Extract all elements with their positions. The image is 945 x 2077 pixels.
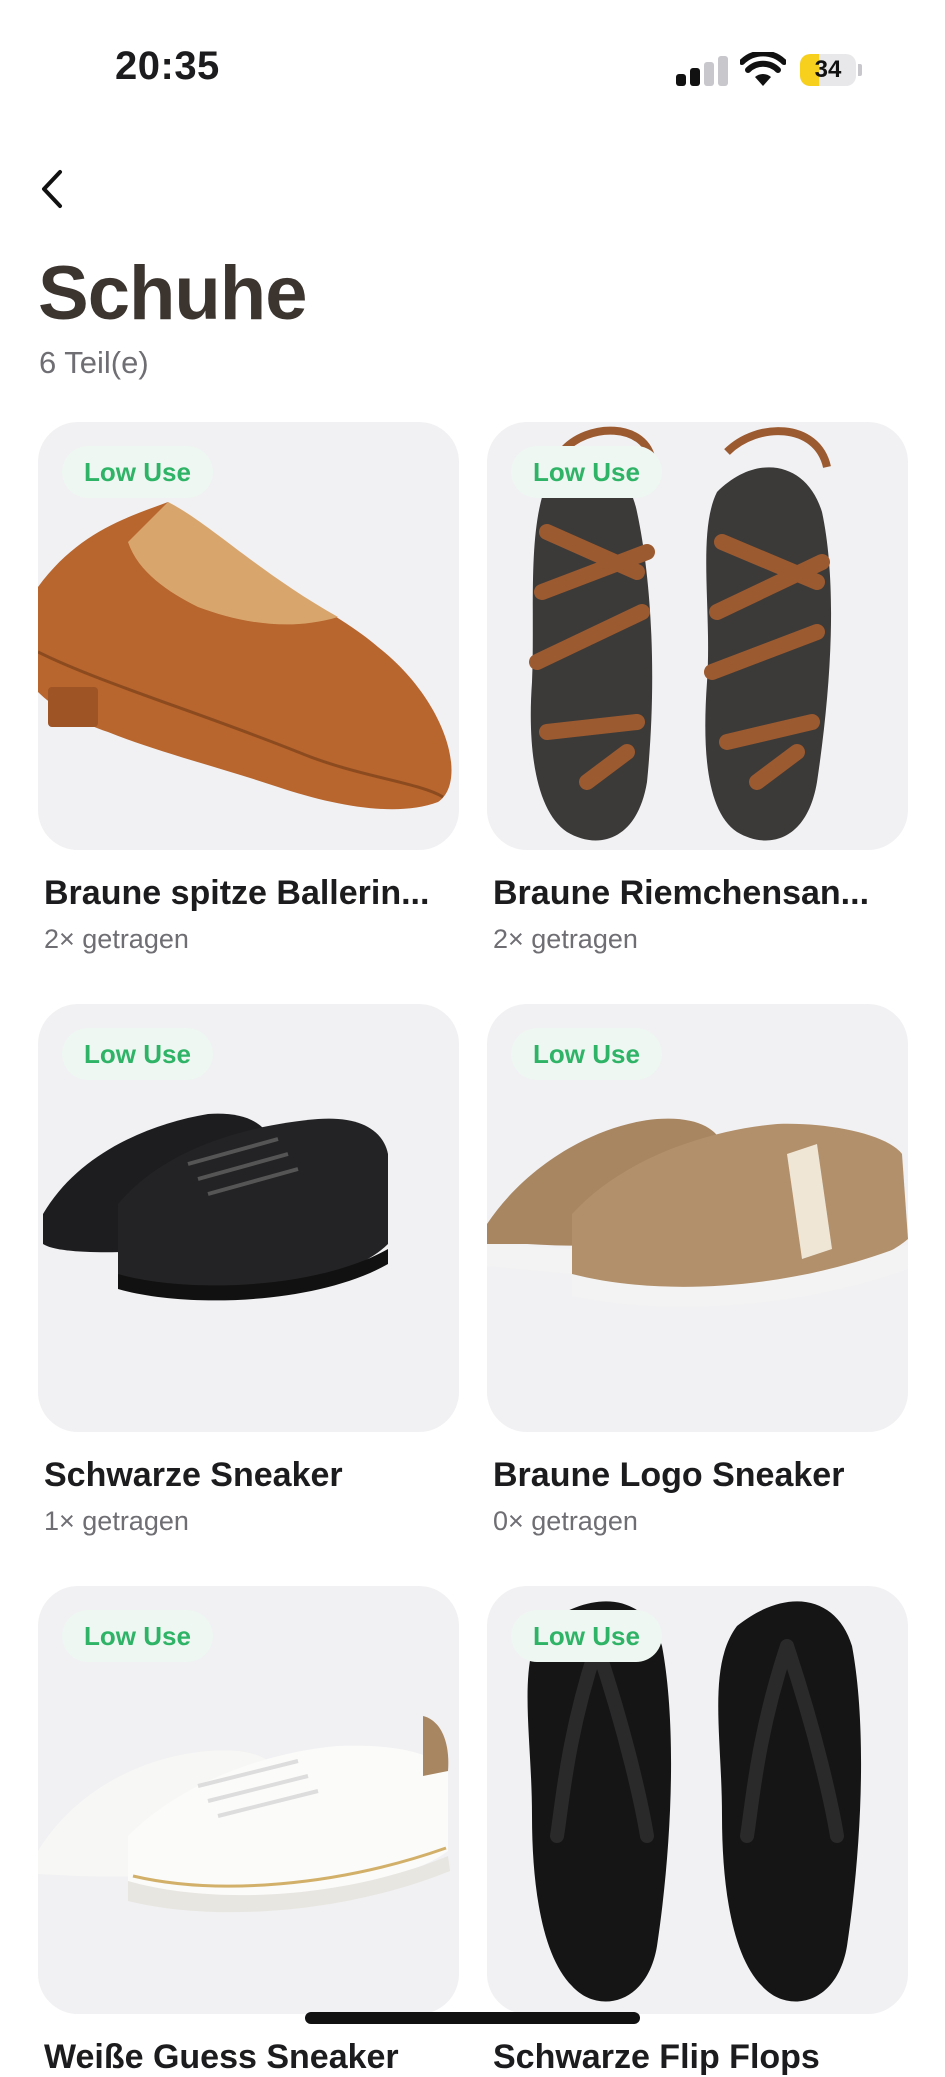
item-count: 6 Teil(e): [39, 345, 149, 380]
low-use-badge: Low Use: [62, 446, 213, 498]
status-time: 20:35: [115, 44, 220, 88]
battery-icon: 34: [800, 54, 864, 86]
low-use-badge: Low Use: [511, 1610, 662, 1662]
cellular-signal-icon: [676, 56, 728, 86]
item-image: Low Use: [487, 1004, 908, 1432]
low-use-badge: Low Use: [62, 1610, 213, 1662]
home-indicator[interactable]: [305, 2012, 640, 2024]
low-use-badge: Low Use: [62, 1028, 213, 1080]
item-name: Weiße Guess Sneaker: [44, 2038, 399, 2076]
item-image: Low Use: [38, 1004, 459, 1432]
item-name: Braune spitze Ballerin...: [44, 874, 430, 912]
item-image: Low Use: [487, 422, 908, 850]
low-use-badge: Low Use: [511, 446, 662, 498]
item-wear-count: 2× getragen: [44, 924, 189, 954]
battery-level: 34: [814, 56, 842, 83]
item-wear-count: 0× getragen: [493, 1506, 638, 1536]
item-name: Braune Logo Sneaker: [493, 1456, 845, 1494]
back-chevron-icon[interactable]: [36, 166, 70, 212]
wifi-icon: [740, 52, 786, 86]
item-wear-count: 1× getragen: [44, 1506, 189, 1536]
item-image: Low Use: [38, 1586, 459, 2014]
page-title: Schuhe: [38, 251, 307, 336]
low-use-badge: Low Use: [511, 1028, 662, 1080]
item-name: Braune Riemchensan...: [493, 874, 870, 912]
item-image: Low Use: [487, 1586, 908, 2014]
item-wear-count: 2× getragen: [493, 924, 638, 954]
item-image: Low Use: [38, 422, 459, 850]
item-name: Schwarze Sneaker: [44, 1456, 343, 1494]
item-name: Schwarze Flip Flops: [493, 2038, 820, 2076]
